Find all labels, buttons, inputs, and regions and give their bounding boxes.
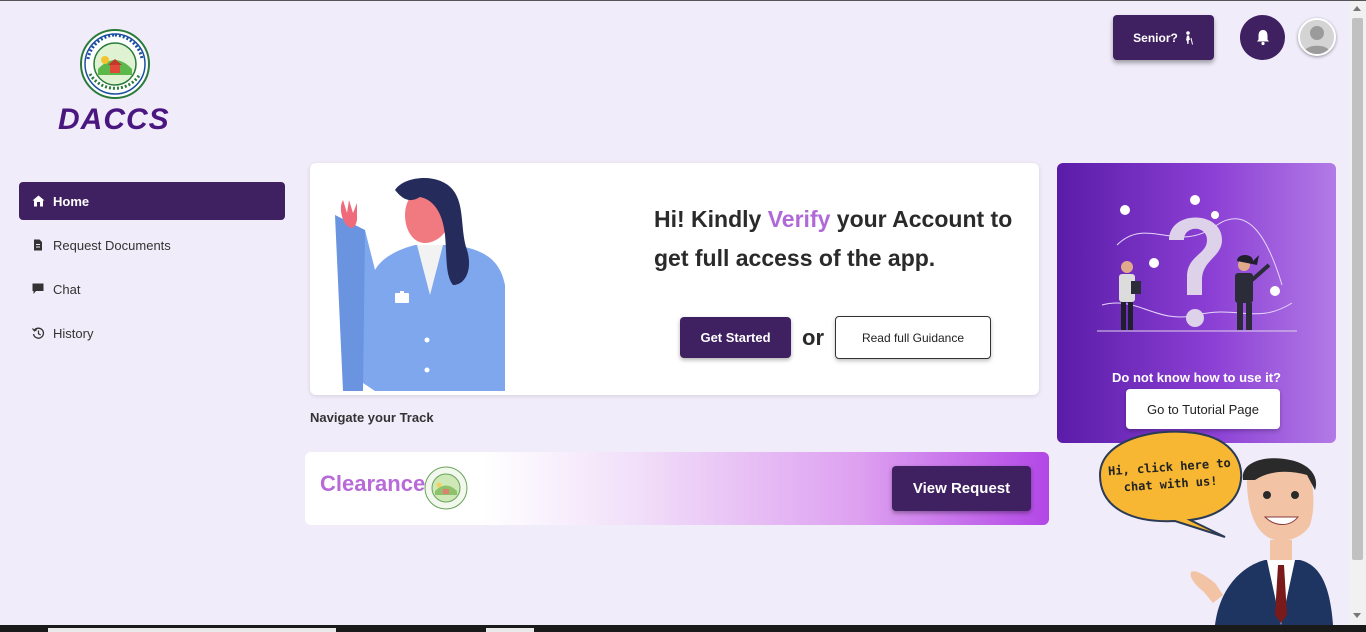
read-guidance-button[interactable]: Read full Guidance <box>835 316 991 359</box>
tutorial-page-button[interactable]: Go to Tutorial Page <box>1126 389 1280 429</box>
tutorial-prompt: Do not know how to use it? <box>1112 370 1281 385</box>
scroll-down-arrow-icon[interactable] <box>1353 613 1361 618</box>
logo-text: DACCS <box>58 103 170 136</box>
clearance-track-card: Clearance View Request <box>305 452 1049 525</box>
verify-text-before: Hi! Kindly <box>654 206 768 232</box>
barangay-seal-icon <box>80 29 150 99</box>
document-icon <box>31 238 45 252</box>
sidebar-item-label: History <box>53 325 94 341</box>
verify-account-card: Hi! Kindly Verify your Account to get fu… <box>310 163 1039 395</box>
question-mark-illustration <box>1097 195 1297 332</box>
history-icon <box>31 326 45 340</box>
sidebar-item-label: Chat <box>53 281 81 297</box>
user-avatar[interactable] <box>1298 18 1336 56</box>
taskbar-segment <box>48 628 336 632</box>
taskbar-segment <box>486 628 534 632</box>
verify-message: Hi! Kindly Verify your Account to get fu… <box>654 200 1024 278</box>
bell-icon <box>1256 30 1269 46</box>
home-icon <box>31 194 45 208</box>
page-scrollbar[interactable] <box>1349 1 1366 625</box>
sidebar-item-home[interactable]: Home <box>19 182 285 220</box>
verify-text-accent: Verify <box>767 206 831 232</box>
sidebar-nav: Home Request Documents Chat History <box>19 182 285 358</box>
waving-woman-illustration <box>335 175 505 391</box>
sidebar-item-request-documents[interactable]: Request Documents <box>19 226 285 264</box>
sidebar-item-chat[interactable]: Chat <box>19 270 285 308</box>
clearance-title: Clearance <box>320 471 426 496</box>
chat-icon <box>31 282 45 296</box>
senior-label: Senior? <box>1133 30 1178 45</box>
sidebar-item-history[interactable]: History <box>19 314 285 352</box>
user-avatar-icon <box>1300 20 1334 54</box>
or-separator: or <box>802 325 824 350</box>
elderly-person-icon <box>1185 30 1193 45</box>
view-request-button[interactable]: View Request <box>892 466 1031 511</box>
barangay-seal-icon <box>424 466 468 510</box>
get-started-button[interactable]: Get Started <box>680 317 791 358</box>
scrollbar-thumb[interactable] <box>1352 18 1363 560</box>
tutorial-card: Do not know how to use it? Go to Tutoria… <box>1057 163 1336 443</box>
notifications-button[interactable] <box>1240 15 1285 60</box>
track-section-label: Navigate your Track <box>310 410 434 425</box>
sidebar-item-label: Request Documents <box>53 237 171 253</box>
scroll-up-arrow-icon[interactable] <box>1353 6 1361 11</box>
taskbar-strip <box>0 625 1366 632</box>
sidebar-item-label: Home <box>53 193 90 209</box>
chatbot-launcher[interactable]: Hi, click here to chat with us! <box>1095 425 1335 625</box>
senior-button[interactable]: Senior? <box>1113 15 1214 60</box>
